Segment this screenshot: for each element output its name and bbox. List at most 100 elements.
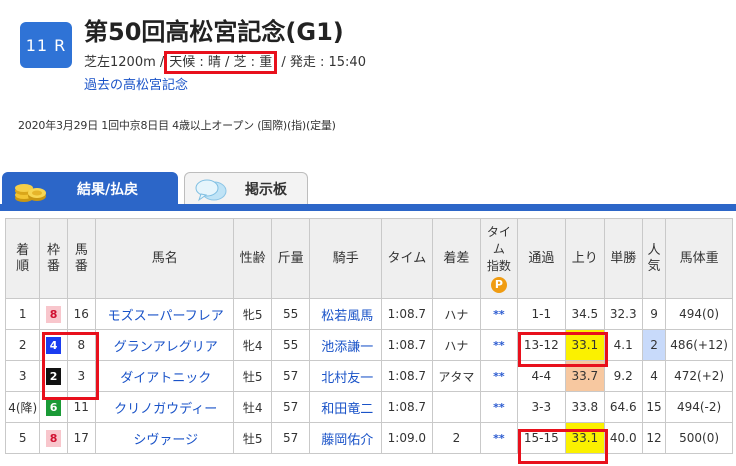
last3f-cell: 33.1: [565, 329, 605, 361]
margin-cell: ハナ: [431, 329, 482, 361]
horse-cell: クリノガウディー: [94, 391, 235, 423]
results-table: 着 順 枠 番 馬 番 馬名 性齢 斤量 騎手 タイム 着差 タイム 指数 P …: [4, 218, 733, 454]
time-index-cell: **: [480, 329, 518, 361]
race-meta: 2020年3月29日 1回中京8日目 4歳以上オープン (国際)(指)(定量): [18, 119, 336, 132]
body-weight-cell: 486(+12): [665, 329, 733, 361]
tab-board[interactable]: 掲示板: [184, 172, 308, 205]
waku-badge: 4: [46, 336, 62, 354]
sex-age-cell: 牝4: [233, 329, 272, 361]
umaban-cell: 3: [66, 360, 96, 392]
race-info: 芝左1200m / 天候 : 晴 / 芝 : 重 / 発走 : 15:40: [84, 51, 366, 74]
header-weight: 斤量: [270, 218, 311, 299]
table-row: 3 2 3 ダイアトニック 牡5 57 北村友一 1:08.7 アタマ ** 4…: [4, 360, 733, 392]
horse-link[interactable]: グランアレグリア: [114, 340, 218, 355]
horse-cell: シヴァージ: [94, 422, 235, 454]
waku-cell: 8: [39, 422, 68, 454]
waku-cell: 2: [39, 360, 68, 392]
sex-age-cell: 牡4: [233, 391, 272, 423]
umaban-cell: 11: [66, 391, 96, 423]
passing-cell: 3-3: [516, 391, 567, 423]
passing-cell: 4-4: [516, 360, 567, 392]
time-cell: 1:08.7: [381, 360, 433, 392]
weight-cell: 55: [270, 329, 311, 361]
jockey-link[interactable]: 藤岡佑介: [321, 433, 373, 448]
tab-results-label: 結果/払戻: [77, 181, 139, 198]
weight-cell: 57: [270, 391, 311, 423]
start-time: / 発走 : 15:40: [281, 55, 366, 70]
table-row: 5 8 17 シヴァージ 牡5 57 藤岡佑介 1:09.0 2 ** 15-1…: [4, 422, 733, 454]
rank-cell: 4(降): [4, 391, 41, 423]
waku-badge: 8: [46, 305, 62, 323]
header-horse: 馬名: [94, 218, 235, 299]
rank-cell: 3: [4, 360, 41, 392]
last3f-cell: 34.5: [565, 298, 605, 330]
jockey-link[interactable]: 松若風馬: [321, 309, 373, 324]
odds-cell: 40.0: [603, 422, 643, 454]
body-weight-cell: 500(0): [665, 422, 733, 454]
table-row: 1 8 16 モズスーパーフレア 牝5 55 松若風馬 1:08.7 ハナ **…: [4, 298, 733, 330]
waku-cell: 8: [39, 298, 68, 330]
header-time-index: タイム 指数 P: [480, 218, 518, 299]
header-umaban: 馬 番: [66, 218, 96, 299]
jockey-cell: 藤岡佑介: [309, 422, 383, 454]
header-passing: 通過: [516, 218, 567, 299]
course-info: 芝左1200m /: [84, 55, 165, 70]
tab-board-label: 掲示板: [245, 182, 287, 198]
header-jockey: 騎手: [309, 218, 383, 299]
rank-cell: 2: [4, 329, 41, 361]
horse-link[interactable]: クリノガウディー: [114, 402, 217, 417]
margin-cell: ハナ: [431, 298, 482, 330]
time-index-cell: **: [480, 422, 518, 454]
time-index-cell: **: [480, 298, 518, 330]
weight-cell: 55: [270, 298, 311, 330]
odds-cell: 4.1: [603, 329, 643, 361]
tab-underline: [0, 204, 736, 211]
waku-badge: 8: [46, 429, 62, 447]
table-row: 2 4 8 グランアレグリア 牝4 55 池添謙一 1:08.7 ハナ ** 1…: [4, 329, 733, 361]
last3f-cell: 33.1: [565, 422, 605, 454]
time-cell: 1:08.7: [381, 391, 433, 423]
rank-cell: 1: [4, 298, 41, 330]
last3f-cell: 33.8: [565, 391, 605, 423]
waku-badge: 6: [46, 398, 62, 416]
jockey-cell: 北村友一: [309, 360, 383, 392]
header-odds: 単勝: [603, 218, 643, 299]
waku-cell: 6: [39, 391, 68, 423]
odds-cell: 64.6: [603, 391, 643, 423]
time-index-cell: **: [480, 391, 518, 423]
body-weight-cell: 494(-2): [665, 391, 733, 423]
jockey-link[interactable]: 池添謙一: [321, 340, 373, 355]
waku-cell: 4: [39, 329, 68, 361]
jockey-cell: 松若風馬: [309, 298, 383, 330]
race-title: 第50回高松宮記念(G1): [84, 18, 344, 46]
horse-link[interactable]: シヴァージ: [133, 433, 198, 448]
header-body-weight: 馬体重: [665, 218, 733, 299]
weight-cell: 57: [270, 422, 311, 454]
weight-cell: 57: [270, 360, 311, 392]
horse-link[interactable]: ダイアトニック: [120, 371, 211, 386]
jockey-link[interactable]: 北村友一: [321, 371, 373, 386]
sex-age-cell: 牡5: [233, 422, 272, 454]
margin-cell: アタマ: [431, 360, 482, 392]
header-waku: 枠 番: [39, 218, 68, 299]
time-cell: 1:09.0: [381, 422, 433, 454]
time-cell: 1:08.7: [381, 329, 433, 361]
premium-p-icon[interactable]: P: [490, 277, 507, 293]
horse-cell: ダイアトニック: [94, 360, 235, 392]
passing-cell: 1-1: [516, 298, 567, 330]
umaban-cell: 16: [66, 298, 96, 330]
past-races-link[interactable]: 過去の高松宮記念: [84, 74, 188, 93]
horse-cell: モズスーパーフレア: [94, 298, 235, 330]
sex-age-cell: 牝5: [233, 298, 272, 330]
time-index-cell: **: [480, 360, 518, 392]
last3f-cell: 33.7: [565, 360, 605, 392]
horse-link[interactable]: モズスーパーフレア: [108, 309, 224, 324]
tab-results[interactable]: 結果/払戻: [2, 172, 178, 205]
margin-cell: [431, 391, 482, 423]
jockey-link[interactable]: 和田竜二: [321, 402, 373, 417]
race-number-badge: 11 R: [20, 22, 72, 68]
rank-cell: 5: [4, 422, 41, 454]
waku-badge: 2: [46, 367, 62, 385]
header-time: タイム: [381, 218, 433, 299]
jockey-cell: 和田竜二: [309, 391, 383, 423]
